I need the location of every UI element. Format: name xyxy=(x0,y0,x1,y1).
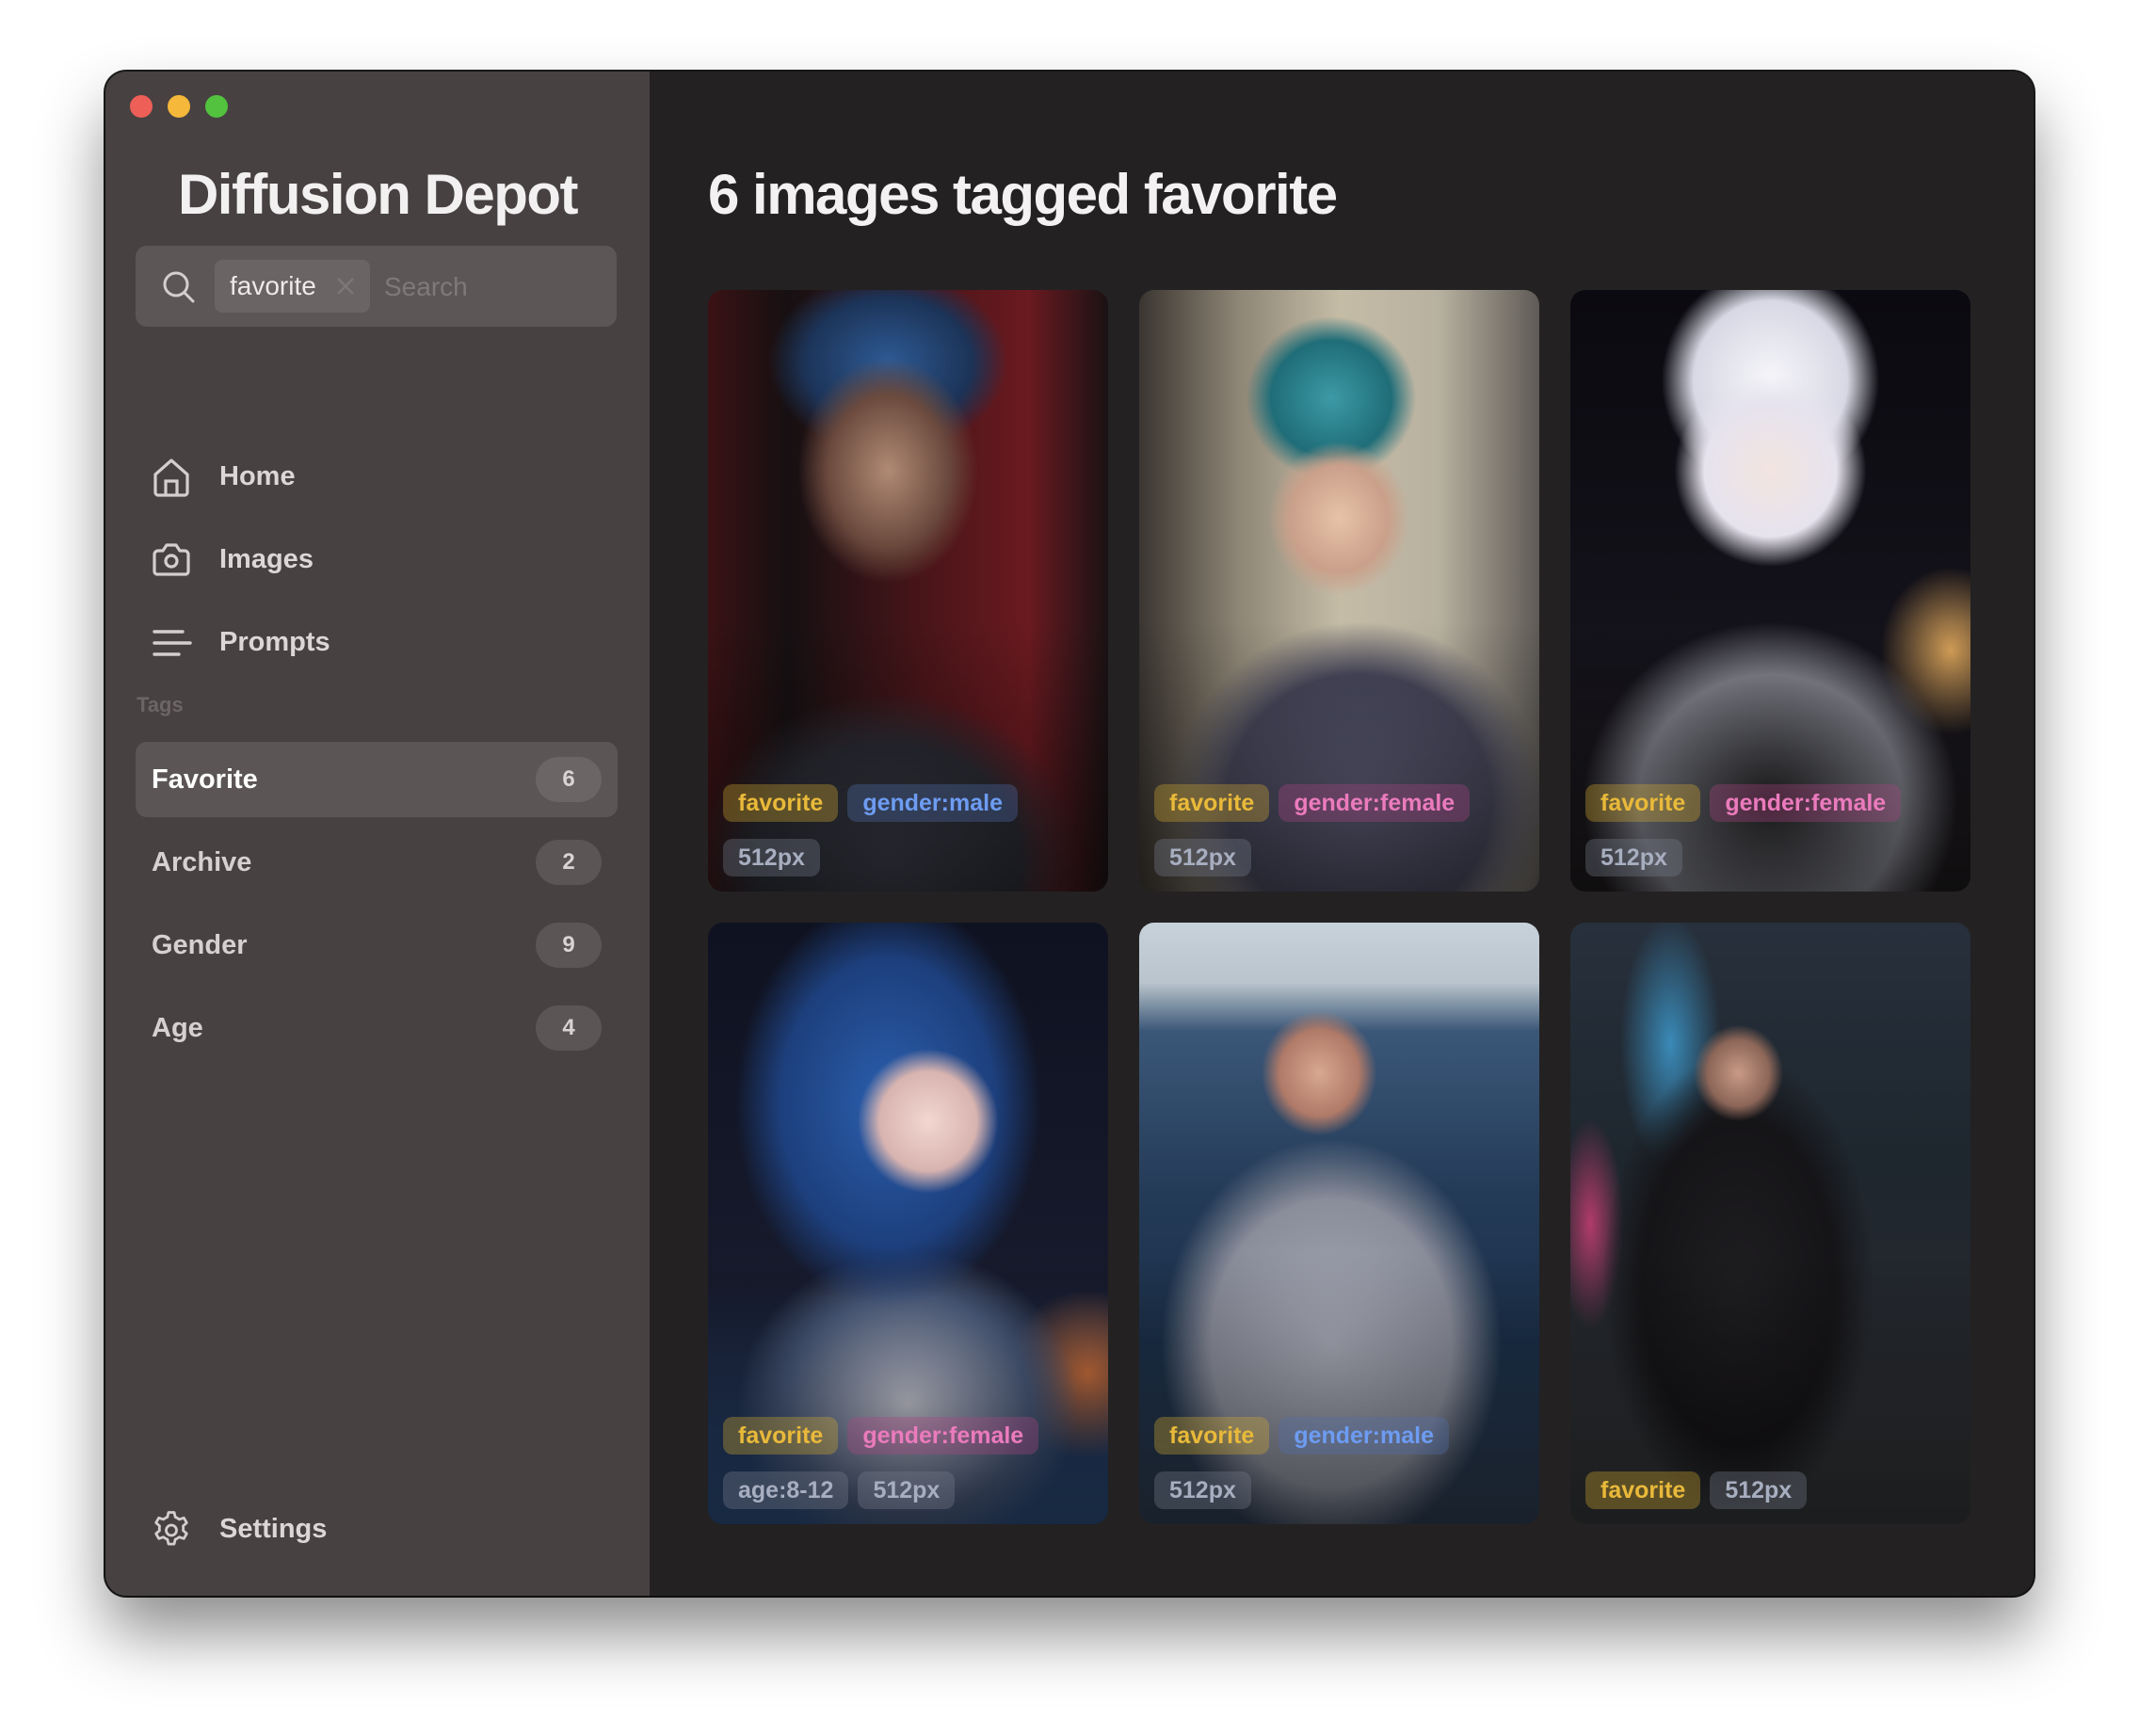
image-card[interactable]: favorite gender:male 512px xyxy=(708,290,1108,892)
tag-count-badge: 9 xyxy=(536,923,602,968)
image-tag-chip[interactable]: gender:male xyxy=(847,784,1018,822)
image-tag-chip[interactable]: 512px xyxy=(1154,839,1251,876)
tag-label: Favorite xyxy=(152,764,258,795)
image-card[interactable]: favorite gender:female 512px xyxy=(1570,290,1970,892)
nav-label: Images xyxy=(219,544,314,574)
close-icon[interactable] xyxy=(332,273,359,299)
lines-icon xyxy=(153,630,192,656)
image-tag-chip[interactable]: 512px xyxy=(858,1471,956,1509)
sidebar: Diffusion Depot favorite Home xyxy=(105,72,650,1596)
search-token[interactable]: favorite xyxy=(215,260,370,313)
nav-item-prompts[interactable]: Prompts xyxy=(136,609,617,675)
nav-item-images[interactable]: Images xyxy=(136,526,617,592)
tag-item-archive[interactable]: Archive 2 xyxy=(136,825,618,900)
gear-icon xyxy=(154,1511,188,1546)
image-tag-chip[interactable]: favorite xyxy=(1154,1417,1270,1455)
tag-count-badge: 2 xyxy=(536,840,602,885)
search-field[interactable]: favorite xyxy=(136,246,617,327)
image-card[interactable]: favorite gender:female 512px xyxy=(1139,290,1539,892)
camera-icon xyxy=(153,543,190,576)
image-tag-list: favorite gender:male 512px xyxy=(1154,1417,1524,1509)
app-window: Diffusion Depot favorite Home xyxy=(105,72,2034,1596)
tag-item-favorite[interactable]: Favorite 6 xyxy=(136,742,618,817)
image-tag-chip[interactable]: favorite xyxy=(1585,1471,1701,1509)
settings-button[interactable]: Settings xyxy=(136,1496,617,1562)
image-tag-list: favorite gender:female 512px xyxy=(1585,784,1955,876)
image-tag-chip[interactable]: 512px xyxy=(1154,1471,1251,1509)
tag-label: Gender xyxy=(152,930,248,960)
image-tag-chip[interactable]: gender:male xyxy=(1279,1417,1449,1455)
nav-item-home[interactable]: Home xyxy=(136,443,617,509)
image-tag-chip[interactable]: age:8-12 xyxy=(723,1471,849,1509)
tags-section-label: Tags xyxy=(137,693,184,716)
home-icon xyxy=(153,458,189,497)
nav-label: Prompts xyxy=(219,627,330,657)
image-tag-chip[interactable]: favorite xyxy=(723,784,839,822)
image-tag-chip[interactable]: favorite xyxy=(1585,784,1701,822)
tag-label: Archive xyxy=(152,847,252,877)
image-tag-chip[interactable]: gender:female xyxy=(1279,784,1471,822)
search-token-label: favorite xyxy=(230,271,316,300)
tag-item-age[interactable]: Age 4 xyxy=(136,990,618,1066)
app-title: Diffusion Depot xyxy=(177,163,579,226)
image-card[interactable]: favorite gender:female age:8-12 512px xyxy=(708,923,1108,1524)
image-tag-list: favorite gender:female age:8-12 512px xyxy=(723,1417,1093,1509)
image-tag-chip[interactable]: gender:female xyxy=(1710,784,1902,822)
settings-label: Settings xyxy=(219,1514,328,1544)
image-tag-chip[interactable]: favorite xyxy=(723,1417,839,1455)
tag-label: Age xyxy=(152,1013,203,1043)
image-tag-chip[interactable]: 512px xyxy=(723,839,820,876)
image-tag-list: favorite gender:female 512px xyxy=(1154,784,1524,876)
maximize-window-button[interactable] xyxy=(205,95,228,118)
page-title: 6 images tagged favorite xyxy=(708,163,1338,226)
tag-count-badge: 4 xyxy=(536,1005,602,1051)
image-tag-chip[interactable]: favorite xyxy=(1154,784,1270,822)
close-window-button[interactable] xyxy=(130,95,153,118)
image-tag-chip[interactable]: gender:female xyxy=(847,1417,1039,1455)
main-content: 6 images tagged favorite favorite gender:… xyxy=(650,72,2034,1596)
search-icon xyxy=(163,271,195,303)
image-tag-chip[interactable]: 512px xyxy=(1710,1471,1808,1509)
image-tag-list: favorite 512px xyxy=(1585,1471,1955,1509)
image-card[interactable]: favorite 512px xyxy=(1570,923,1970,1524)
nav-label: Home xyxy=(219,461,296,491)
tag-count-badge: 6 xyxy=(536,757,602,802)
search-input[interactable] xyxy=(382,260,603,314)
minimize-window-button[interactable] xyxy=(168,95,190,118)
image-card[interactable]: favorite gender:male 512px xyxy=(1139,923,1539,1524)
tag-item-gender[interactable]: Gender 9 xyxy=(136,908,618,983)
image-tag-list: favorite gender:male 512px xyxy=(723,784,1093,876)
image-tag-chip[interactable]: 512px xyxy=(1585,839,1682,876)
